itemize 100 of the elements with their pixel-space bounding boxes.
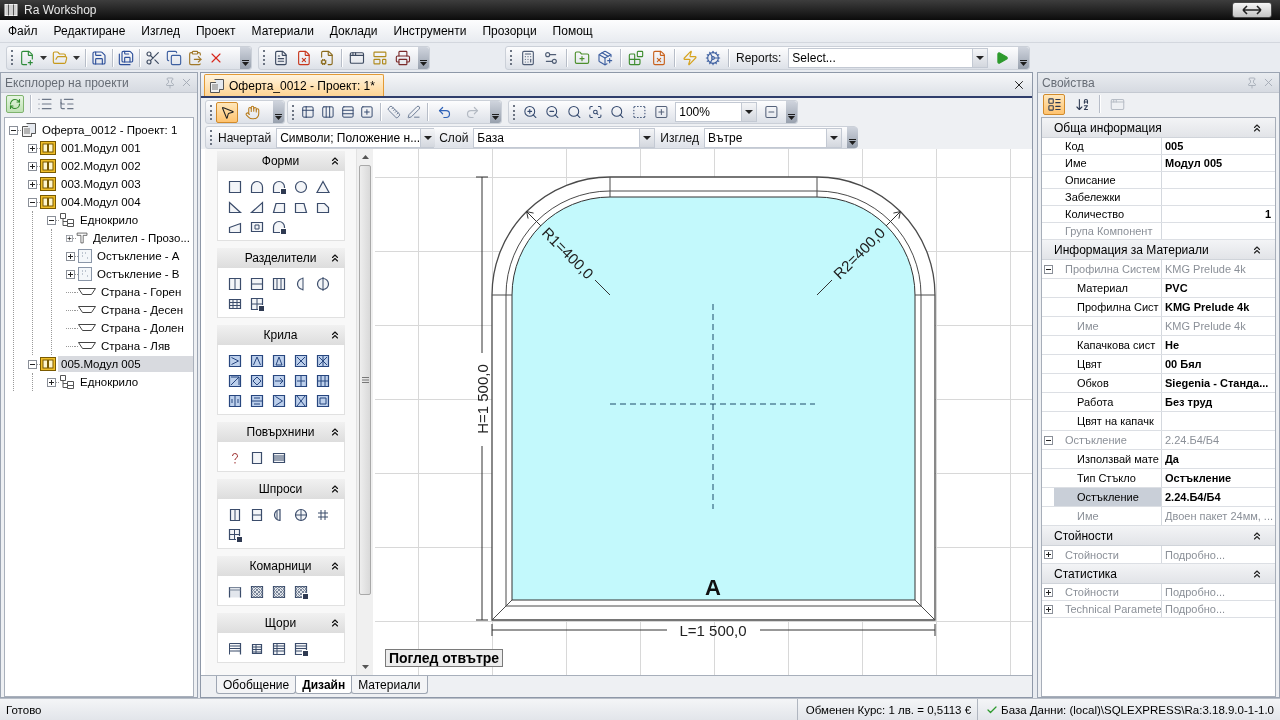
toolbar-overflow-button[interactable]	[1018, 46, 1029, 69]
property-name[interactable]: Забележки	[1054, 189, 1162, 205]
tree-item[interactable]: 002.Модул 002	[58, 158, 193, 174]
sash-icon[interactable]	[270, 353, 287, 369]
copy-icon[interactable]	[166, 49, 182, 66]
zoom-select[interactable]: 100%	[675, 102, 758, 122]
triangle-icon[interactable]	[314, 179, 331, 195]
menu-item[interactable]: Файл	[0, 21, 46, 41]
slats-icon[interactable]	[270, 641, 287, 657]
toolbar-overflow-button[interactable]	[418, 46, 429, 69]
tree-item[interactable]: Страна - Ляв	[98, 338, 193, 354]
minus-box-icon[interactable]	[28, 359, 37, 369]
plus-box-icon[interactable]	[66, 251, 75, 261]
slats-icon[interactable]	[292, 641, 309, 657]
symbols-select[interactable]: Символи; Положение н...	[276, 127, 435, 148]
scan-search-icon[interactable]	[588, 104, 603, 120]
property-name[interactable]: Описание	[1054, 172, 1162, 188]
columns-icon[interactable]	[320, 104, 335, 120]
blind-icon[interactable]	[226, 641, 243, 657]
grid-icon[interactable]	[226, 296, 243, 312]
grip-icon[interactable]	[510, 50, 513, 65]
view-tab[interactable]: Обобщение	[216, 676, 297, 694]
tree-item[interactable]: Страна - Горен	[98, 284, 193, 300]
menu-item[interactable]: Редактиране	[45, 21, 134, 41]
plus-box-icon[interactable]	[47, 377, 56, 387]
sash-icon[interactable]	[270, 373, 287, 389]
tree-item[interactable]: Страна - Долен	[98, 320, 193, 336]
menu-item[interactable]: Доклади	[321, 21, 386, 41]
pen-icon[interactable]	[407, 104, 421, 120]
package-plus-icon[interactable]	[597, 49, 613, 66]
tree-item[interactable]: Оферта_0012 - Проект: 1	[39, 122, 193, 138]
dashed-square-icon[interactable]	[631, 104, 647, 120]
arch-icon[interactable]	[248, 179, 265, 195]
right-triangle-icon[interactable]	[248, 199, 265, 215]
rows-icon[interactable]	[340, 104, 355, 120]
grip-icon[interactable]	[292, 104, 295, 120]
document-x-icon[interactable]	[295, 49, 312, 66]
menu-item[interactable]: Помощ	[544, 21, 601, 41]
grip-icon[interactable]	[513, 104, 516, 120]
table-icon[interactable]	[301, 104, 315, 120]
mesh-icon[interactable]	[248, 584, 265, 600]
grip-icon[interactable]	[11, 50, 14, 65]
document-gear-icon[interactable]	[318, 49, 335, 66]
window-icon[interactable]	[349, 49, 366, 66]
striped-panel-icon[interactable]	[270, 450, 287, 466]
menu-item[interactable]: Изглед	[133, 21, 188, 41]
property-value[interactable]: 1	[1162, 206, 1275, 222]
document-x-icon[interactable]	[651, 49, 667, 66]
arch-icon[interactable]	[270, 179, 287, 195]
plus-square-icon[interactable]	[360, 104, 375, 120]
paste-icon[interactable]	[187, 49, 203, 66]
gear-icon[interactable]	[705, 49, 721, 66]
calculator-icon[interactable]	[520, 49, 536, 66]
menu-item[interactable]: Материали	[243, 21, 322, 41]
sash-icon[interactable]	[226, 393, 243, 409]
grip-icon[interactable]	[263, 50, 266, 65]
menu-item[interactable]: Проект	[187, 21, 244, 41]
save-all-icon[interactable]	[118, 49, 134, 66]
sash-icon[interactable]	[314, 353, 331, 369]
toolbar-overflow-button[interactable]	[786, 101, 797, 123]
sash-icon[interactable]	[270, 393, 287, 409]
arch-icon[interactable]	[270, 219, 287, 235]
file-plus-icon[interactable]	[19, 49, 35, 66]
window-frame-drawing[interactable]	[491, 176, 936, 621]
right-triangle-icon[interactable]	[226, 199, 243, 215]
grip-icon[interactable]	[210, 104, 213, 120]
plus-box-icon[interactable]	[66, 269, 75, 279]
quad-split-icon[interactable]	[248, 296, 265, 312]
save-icon[interactable]	[91, 49, 107, 66]
minus-box-icon[interactable]	[28, 197, 37, 207]
horizontal-split-icon[interactable]	[248, 276, 265, 292]
sash-icon[interactable]	[314, 373, 331, 389]
document-tab[interactable]: Оферта_0012 - Проект: 1*	[204, 74, 384, 96]
tree-item[interactable]: 005.Модул 005	[58, 356, 193, 372]
plus-box-icon[interactable]	[28, 143, 37, 153]
tree-item[interactable]: 001.Модул 001	[58, 140, 193, 156]
minus-square-icon[interactable]	[764, 104, 779, 120]
window-button[interactable]	[1232, 2, 1272, 18]
refresh-icon[interactable]	[6, 95, 24, 113]
tree-item[interactable]: Еднокрило	[77, 374, 193, 390]
grip-icon[interactable]	[210, 130, 213, 145]
zoom-out-icon[interactable]	[544, 104, 560, 120]
tree-item[interactable]: Страна - Десен	[98, 302, 193, 318]
folder-plus-icon[interactable]	[574, 49, 590, 66]
toolbar-overflow-button[interactable]	[273, 101, 284, 123]
plus-box-icon[interactable]	[28, 179, 37, 189]
reports-select[interactable]: Select...	[788, 47, 989, 68]
property-value[interactable]: 005	[1162, 138, 1275, 154]
tree-item[interactable]: Остъкление - A	[94, 248, 193, 264]
tree-item[interactable]: Еднокрило	[77, 212, 193, 228]
grid-icon[interactable]	[226, 527, 243, 543]
printer-icon[interactable]	[395, 49, 411, 66]
scrollbar-thumb[interactable]	[359, 165, 371, 595]
view-tab[interactable]: Материали	[351, 676, 428, 694]
sash-icon[interactable]	[248, 353, 265, 369]
sash-icon[interactable]	[226, 373, 243, 389]
view-select[interactable]: Вътре	[704, 127, 842, 148]
dropdown-caret-icon[interactable]	[40, 55, 47, 60]
blocks-icon[interactable]	[628, 49, 644, 66]
tree-item[interactable]: 004.Модул 004	[58, 194, 193, 210]
